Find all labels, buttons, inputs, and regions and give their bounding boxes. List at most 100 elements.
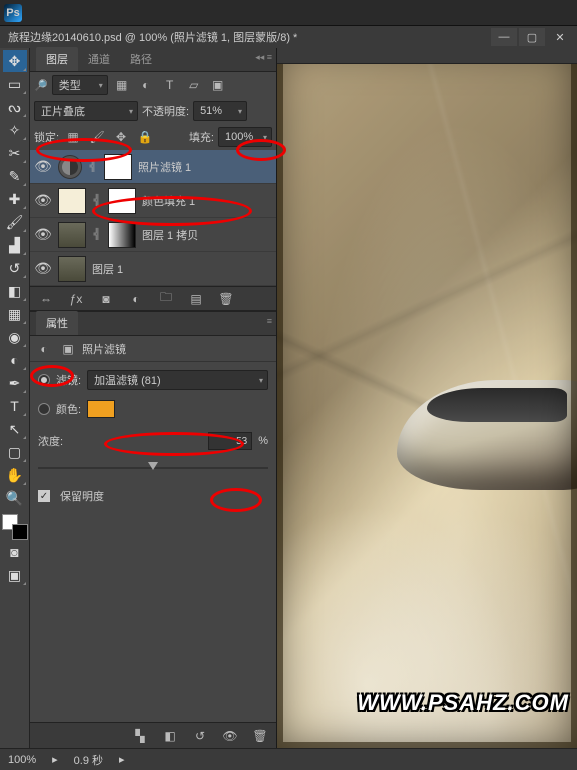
history-brush-tool[interactable]: ↺ <box>3 257 27 279</box>
heal-tool[interactable]: ✚ <box>3 188 27 210</box>
tab-layers[interactable]: 图层 <box>36 47 78 71</box>
lock-pixels-icon[interactable]: 🖌 <box>87 127 107 147</box>
panel-menu-icon[interactable]: ◂◂ ≡ <box>255 52 272 63</box>
lock-label: 锁定: <box>34 129 59 145</box>
lock-all-icon[interactable]: 🔒 <box>135 127 155 147</box>
delete-layer-icon[interactable]: 🗑 <box>216 289 236 309</box>
layer-item-photo-filter[interactable]: 👁 ╣ 照片滤镜 1 <box>30 150 276 184</box>
zoom-level[interactable]: 100% <box>8 754 36 766</box>
window-minimize-button[interactable]: — <box>491 28 517 46</box>
panels-column: 图层 通道 路径 ◂◂ ≡ 🔎 类型▾ ▦ ◐ T ▱ ▣ <box>30 48 277 748</box>
document-canvas[interactable]: WWW.PSAHZ.COM <box>277 48 577 748</box>
link-icon: ╣ <box>88 161 98 172</box>
fx-icon[interactable]: ƒx <box>66 289 86 309</box>
app-logo: Ps <box>4 4 22 22</box>
document-titlebar: 旅程边缘20140610.psd @ 100% (照片滤镜 1, 图层蒙版/8)… <box>0 26 577 48</box>
new-adjustment-icon[interactable]: ◐ <box>126 289 146 309</box>
background-swatch[interactable] <box>12 524 28 540</box>
type-tool[interactable]: T <box>3 395 27 417</box>
adjustment-icon <box>58 155 82 179</box>
layer-thumb <box>58 222 86 248</box>
screenmode-toggle[interactable]: ▣ <box>3 564 27 586</box>
pen-tool[interactable]: ✒ <box>3 372 27 394</box>
new-group-icon[interactable]: 🗀 <box>156 289 176 309</box>
layer-name: 颜色填充 1 <box>142 193 195 209</box>
layer-item-base[interactable]: 👁 图层 1 <box>30 252 276 286</box>
visibility-toggle[interactable]: 👁 <box>34 260 52 277</box>
new-layer-icon[interactable]: ▤ <box>186 289 206 309</box>
layer-filter-dropdown[interactable]: 类型▾ <box>52 75 108 95</box>
filter-pixel-icon[interactable]: ▦ <box>112 75 132 95</box>
density-input[interactable]: 53 <box>208 432 252 450</box>
crop-tool[interactable]: ✂ <box>3 142 27 164</box>
layer-item-copy[interactable]: 👁 ╣ 图层 1 拷贝 <box>30 218 276 252</box>
layer-mask-thumb[interactable] <box>104 154 132 180</box>
delete-adjustment-icon[interactable]: 🗑 <box>250 726 270 746</box>
filter-dropdown[interactable]: 加温滤镜 (81)▾ <box>87 370 268 390</box>
view-previous-icon[interactable]: ◧ <box>160 726 180 746</box>
panel-menu-icon[interactable]: ≡ <box>267 316 272 326</box>
menu-bar: Ps <box>0 0 577 26</box>
color-chip[interactable] <box>87 400 115 418</box>
layer-name: 照片滤镜 1 <box>138 159 191 175</box>
document-title: 旅程边缘20140610.psd @ 100% (照片滤镜 1, 图层蒙版/8)… <box>8 29 297 45</box>
filter-smart-icon[interactable]: ▣ <box>208 75 228 95</box>
preserve-luminosity-checkbox[interactable]: ✓ <box>38 490 50 502</box>
move-tool[interactable]: ✥ <box>3 50 27 72</box>
filter-type-icon[interactable]: T <box>160 75 180 95</box>
quickmask-toggle[interactable]: ◙ <box>3 541 27 563</box>
fill-input[interactable]: 100%▾ <box>218 127 272 147</box>
search-icon: 🔎 <box>34 79 48 92</box>
percent-label: % <box>258 435 268 447</box>
lasso-tool[interactable]: ᔓ <box>3 96 27 118</box>
layer-mask-thumb[interactable] <box>108 222 136 248</box>
adjustment-header-icon: ◐ <box>34 339 54 359</box>
path-tool[interactable]: ↖ <box>3 418 27 440</box>
gradient-tool[interactable]: ▦ <box>3 303 27 325</box>
tab-properties[interactable]: 属性 <box>36 311 78 335</box>
window-close-button[interactable]: ✕ <box>547 28 573 46</box>
density-slider[interactable] <box>38 460 268 476</box>
eraser-tool[interactable]: ◧ <box>3 280 27 302</box>
zoom-tool[interactable]: 🔍 <box>3 487 27 509</box>
layer-list: 👁 ╣ 照片滤镜 1 👁 ╣ 颜色填充 1 👁 <box>30 150 276 286</box>
lock-position-icon[interactable]: ✥ <box>111 127 131 147</box>
visibility-toggle[interactable]: 👁 <box>34 226 52 243</box>
shape-tool[interactable]: ▢ <box>3 441 27 463</box>
toggle-visibility-icon[interactable]: 👁 <box>220 726 240 746</box>
blend-mode-dropdown[interactable]: 正片叠底▾ <box>34 101 138 121</box>
dodge-tool[interactable]: ◐ <box>3 349 27 371</box>
eyedropper-tool[interactable]: ✎ <box>3 165 27 187</box>
stamp-tool[interactable]: ▟ <box>3 234 27 256</box>
tab-channels[interactable]: 通道 <box>78 47 120 71</box>
link-layers-icon[interactable]: ⇔ <box>36 289 56 309</box>
blur-tool[interactable]: ◉ <box>3 326 27 348</box>
filter-radio[interactable] <box>38 374 50 386</box>
lock-transparency-icon[interactable]: ▦ <box>63 127 83 147</box>
layer-mask-thumb[interactable] <box>108 188 136 214</box>
opacity-input[interactable]: 51%▾ <box>193 101 247 121</box>
color-radio[interactable] <box>38 403 50 415</box>
layer-name: 图层 1 拷贝 <box>142 227 198 243</box>
opacity-label: 不透明度: <box>142 103 189 119</box>
reset-icon[interactable]: ↺ <box>190 726 210 746</box>
color-swatches[interactable] <box>2 514 28 540</box>
hand-tool[interactable]: ✋ <box>3 464 27 486</box>
layer-item-color-fill[interactable]: 👁 ╣ 颜色填充 1 <box>30 184 276 218</box>
link-icon: ╣ <box>92 229 102 240</box>
clip-to-layer-icon[interactable]: ▚ <box>130 726 150 746</box>
wand-tool[interactable]: ✧ <box>3 119 27 141</box>
marquee-tool[interactable]: ▭ <box>3 73 27 95</box>
window-maximize-button[interactable]: ▢ <box>519 28 545 46</box>
tab-paths[interactable]: 路径 <box>120 47 162 71</box>
properties-title: 照片滤镜 <box>82 341 126 357</box>
properties-panel-tabs: 属性 ≡ <box>30 312 276 336</box>
filter-label: 滤镜: <box>56 372 81 388</box>
visibility-toggle[interactable]: 👁 <box>34 158 52 175</box>
filter-shape-icon[interactable]: ▱ <box>184 75 204 95</box>
add-mask-icon[interactable]: ◙ <box>96 289 116 309</box>
visibility-toggle[interactable]: 👁 <box>34 192 52 209</box>
filter-adjust-icon[interactable]: ◐ <box>136 75 156 95</box>
brush-tool[interactable]: 🖌 <box>3 211 27 233</box>
watermark-text: WWW.PSAHZ.COM <box>357 690 569 716</box>
